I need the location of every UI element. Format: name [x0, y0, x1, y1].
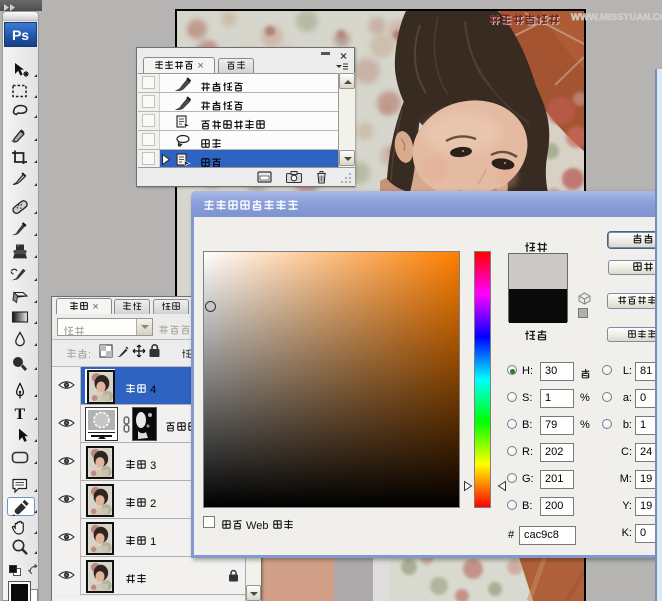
svg-text:T: T [15, 406, 26, 422]
